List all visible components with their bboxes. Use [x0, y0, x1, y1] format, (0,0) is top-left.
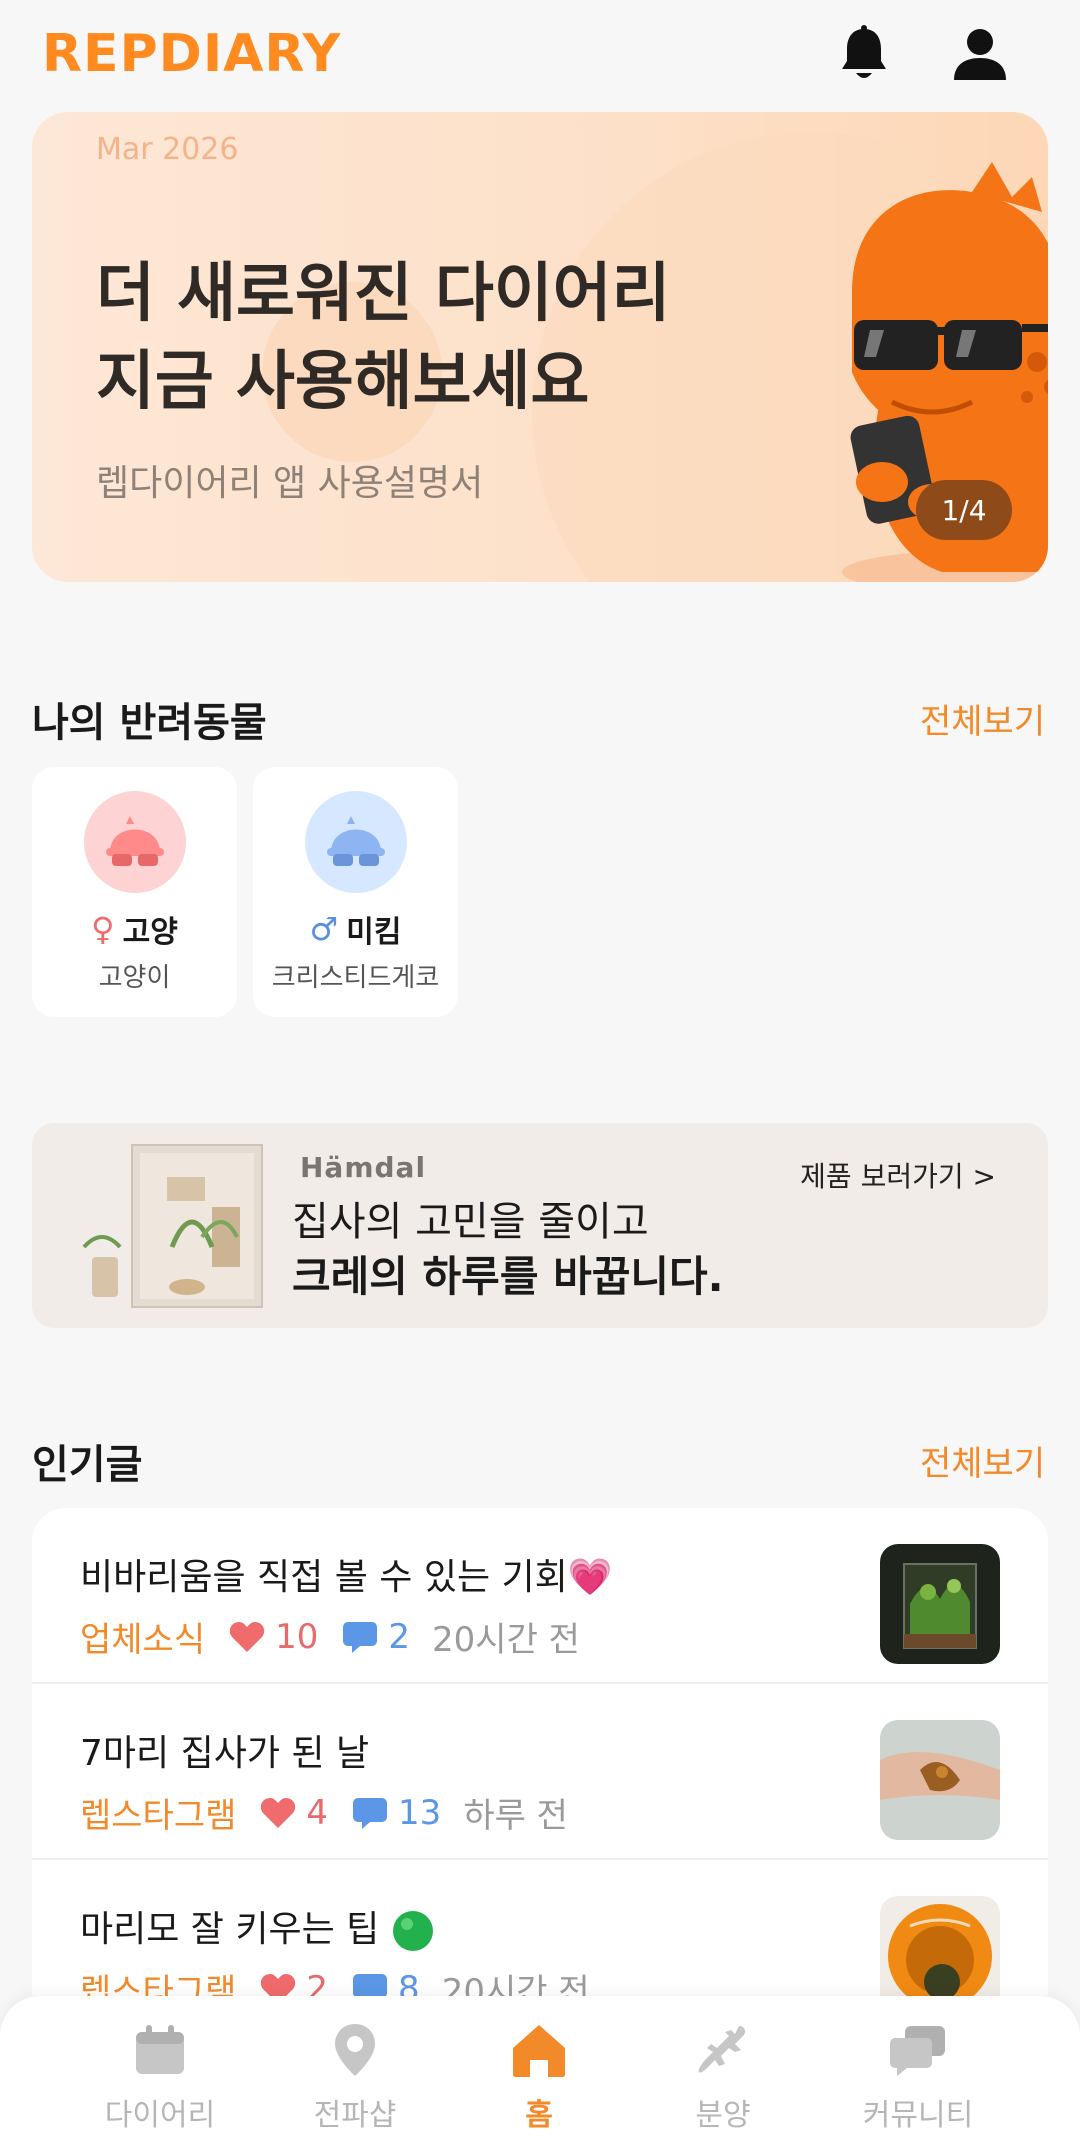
pet-name: 미킴 [346, 915, 402, 950]
post-likes: 10 [229, 1617, 318, 1657]
post-time: 하루 전 [463, 1796, 568, 1836]
map-pin-icon [335, 2024, 375, 2076]
nav-item-adoption[interactable]: 분양 [628, 2022, 818, 2134]
pet-name: 고양 [122, 915, 178, 950]
app-logo[interactable]: REPDIARY [42, 24, 341, 84]
post-likes: 2 [260, 1968, 329, 1997]
lizard-face-icon [106, 816, 164, 866]
post-category: 업체소식 [80, 1620, 206, 1660]
post-title-text: 비바리움을 직접 볼 수 있는 기회 [80, 1557, 568, 1598]
post-item[interactable]: 마리모 잘 키우는 팁 렙스타그램 2 8 20시간 전 [32, 1860, 1048, 1996]
pets-section-title: 나의 반려동물 [32, 700, 267, 746]
app-header: REPDIARY [0, 0, 1080, 110]
pet-avatar [305, 791, 407, 893]
nav-label: 다이어리 [104, 2098, 216, 2133]
hero-banner[interactable]: Mar 2026 더 새로워진 다이어리 지금 사용해보세요 렙다이어리 앱 사… [32, 112, 1048, 582]
popular-view-all-link[interactable]: 전체보기 [920, 1436, 1045, 1485]
post-meta: 렙스타그램 4 13 하루 전 [80, 1788, 568, 1837]
profile-button[interactable] [950, 24, 1010, 84]
post-title: 7마리 집사가 된 날 [80, 1733, 370, 1774]
comments-count: 8 [398, 1968, 420, 1997]
popular-posts-list: 비바리움을 직접 볼 수 있는 기회💗 업체소식 10 2 20시간 전 7마리… [32, 1508, 1048, 1996]
ad-headline: 집사의 고민을 줄이고 [292, 1199, 649, 1245]
pet-card[interactable]: ♀ 고양 고양이 [32, 767, 237, 1017]
gecko-hand-thumbnail [880, 1720, 1000, 1840]
nav-label: 분양 [695, 2098, 751, 2133]
heart-icon [261, 1797, 296, 1828]
likes-count: 4 [306, 1792, 329, 1833]
likes-count: 2 [306, 1968, 329, 1997]
nav-label: 홈 [525, 2098, 553, 2133]
comment-icon [343, 1621, 378, 1653]
post-comments: 13 [352, 1793, 441, 1833]
heart-icon [261, 1973, 296, 1996]
hero-pager: 1/4 [916, 480, 1012, 540]
post-comments: 8 [352, 1968, 420, 1997]
heart-icon [229, 1621, 265, 1652]
pets-view-all-link[interactable]: 전체보기 [920, 694, 1045, 743]
heart-emoji: 💗 [567, 1557, 613, 1598]
comments-count: 13 [398, 1792, 442, 1833]
ad-brand: Hämdal [300, 1151, 427, 1184]
post-category: 렙스타그램 [80, 1796, 237, 1836]
ad-product-link[interactable]: 제품 보러가기 > [800, 1155, 996, 1195]
post-category: 렙스타그램 [80, 1972, 237, 1996]
post-thumbnail [880, 1544, 1000, 1664]
pet-avatar [84, 791, 186, 893]
lizard-face-icon [327, 816, 385, 866]
post-title: 비바리움을 직접 볼 수 있는 기회💗 [80, 1548, 613, 1600]
lizard-icon [698, 2026, 746, 2073]
hero-title-line: 더 새로워진 다이어리 [96, 257, 671, 331]
post-title-text: 마리모 잘 키우는 팁 [80, 1909, 380, 1950]
nav-label: 커뮤니티 [862, 2098, 974, 2133]
post-item[interactable]: 7마리 집사가 된 날 렙스타그램 4 13 하루 전 [32, 1684, 1048, 1860]
pet-name-row: ♀ 고양 [32, 907, 237, 951]
bottom-navigation: 다이어리 전파샵 홈 분양 커뮤니티 [0, 1996, 1080, 2136]
terrarium-thumbnail [880, 1544, 1000, 1664]
home-icon [513, 2025, 565, 2077]
user-icon [954, 29, 1006, 80]
likes-count: 10 [275, 1616, 319, 1657]
bell-icon [842, 25, 886, 78]
post-title: 마리모 잘 키우는 팁 [80, 1900, 435, 1953]
green-circle-emoji [392, 1911, 433, 1951]
hero-title-line: 지금 사용해보세요 [96, 345, 590, 419]
popular-section-title: 인기글 [32, 1442, 143, 1488]
post-time: 20시간 전 [441, 1972, 590, 1996]
comment-icon [353, 1973, 388, 1996]
post-meta: 업체소식 10 2 20시간 전 [80, 1612, 580, 1661]
pet-card[interactable]: ♂ 미킴 크리스티드게코 [253, 767, 458, 1017]
post-comments: 2 [342, 1617, 410, 1657]
female-icon: ♀ [91, 910, 115, 948]
male-icon: ♂ [309, 910, 339, 948]
notification-button[interactable] [834, 24, 894, 84]
comments-count: 2 [388, 1616, 411, 1657]
comment-icon [353, 1797, 388, 1829]
terrarium-product-image [62, 1137, 272, 1313]
pet-species: 크리스티드게코 [271, 963, 440, 993]
ad-headline: 크레의 하루를 바꿉니다. [292, 1252, 724, 1301]
hero-title: 더 새로워진 다이어리 지금 사용해보세요 [96, 250, 670, 426]
hero-date: Mar 2026 [96, 132, 239, 167]
pet-name-row: ♂ 미킴 [253, 907, 458, 951]
calendar-icon [136, 2025, 184, 2074]
marimo-thumbnail [880, 1896, 1000, 1996]
post-meta: 렙스타그램 2 8 20시간 전 [80, 1964, 590, 1996]
hero-subtitle: 렙다이어리 앱 사용설명서 [96, 463, 484, 504]
nav-item-home[interactable]: 홈 [444, 2022, 634, 2134]
post-thumbnail [880, 1896, 1000, 1996]
post-item[interactable]: 비바리움을 직접 볼 수 있는 기회💗 업체소식 10 2 20시간 전 [32, 1508, 1048, 1684]
post-time: 20시간 전 [432, 1620, 580, 1660]
nav-item-community[interactable]: 커뮤니티 [823, 2022, 1013, 2134]
chat-icon [890, 2026, 945, 2076]
post-likes: 4 [260, 1793, 328, 1833]
nav-item-diary[interactable]: 다이어리 [65, 2022, 255, 2134]
pet-species: 고양이 [98, 963, 171, 993]
nav-item-shop[interactable]: 전파샵 [260, 2022, 450, 2134]
post-thumbnail [880, 1720, 1000, 1840]
nav-label: 전파샵 [313, 2098, 397, 2133]
product-ad-banner[interactable]: Hämdal 제품 보러가기 > 집사의 고민을 줄이고 크레의 하루를 바꿉니… [32, 1123, 1048, 1328]
